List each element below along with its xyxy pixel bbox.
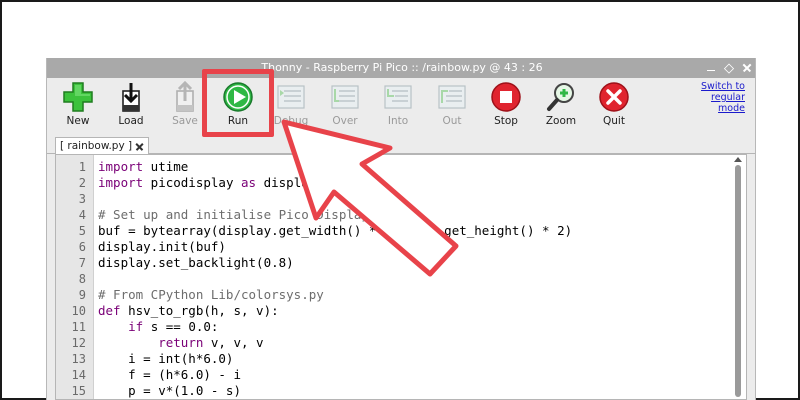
debug-icon bbox=[277, 85, 305, 109]
line-number: 3 bbox=[78, 192, 86, 206]
new-button[interactable]: New bbox=[53, 78, 103, 136]
line-number: 15 bbox=[71, 384, 86, 398]
run-highlight-box bbox=[202, 69, 274, 137]
tab-close-icon[interactable] bbox=[135, 142, 144, 151]
stop-label: Stop bbox=[494, 115, 518, 127]
code-line: # From CPython Lib/colorsys.py bbox=[98, 287, 324, 302]
quit-label: Quit bbox=[603, 115, 625, 127]
line-number: 4 bbox=[78, 208, 86, 222]
code-line: i = int(h*6.0) bbox=[98, 351, 234, 366]
new-icon bbox=[63, 82, 93, 112]
new-label: New bbox=[66, 115, 90, 127]
line-number: 5 bbox=[78, 224, 86, 238]
scroll-up-icon[interactable] bbox=[734, 157, 742, 162]
load-button[interactable]: Load bbox=[106, 78, 156, 136]
save-icon bbox=[176, 81, 194, 112]
load-icon bbox=[122, 83, 140, 112]
window-title: Thonny - Raspberry Pi Pico :: /rainbow.p… bbox=[261, 61, 543, 74]
code-line: p = v*(1.0 - s) bbox=[98, 383, 241, 398]
step-into-icon bbox=[384, 85, 412, 109]
code-line: f = (h*6.0) - i bbox=[98, 367, 241, 382]
close-icon[interactable] bbox=[741, 62, 753, 74]
stop-icon bbox=[491, 82, 521, 112]
load-label: Load bbox=[118, 115, 144, 127]
zoom-button[interactable]: Zoom bbox=[536, 78, 586, 136]
line-number: 2 bbox=[78, 176, 86, 190]
line-numbers: 1 2 3 4 5 6 7 8 9 10 11 12 13 14 15 bbox=[56, 159, 86, 399]
switch-mode-link[interactable]: Switch to regular mode bbox=[697, 81, 745, 114]
code-line: if s == 0.0: bbox=[128, 319, 219, 334]
quit-button[interactable]: Quit bbox=[589, 78, 639, 136]
line-number: 7 bbox=[78, 256, 86, 270]
stop-button[interactable]: Stop bbox=[481, 78, 531, 136]
line-number-gutter: 1 2 3 4 5 6 7 8 9 10 11 12 13 14 15 bbox=[56, 155, 94, 399]
code-line: return v, v, v bbox=[158, 335, 264, 350]
tab-rainbow-py[interactable]: [ rainbow.py ] bbox=[55, 137, 150, 154]
code-line: def hsv_to_rgb(h, s, v): bbox=[98, 303, 279, 318]
line-number: 8 bbox=[78, 272, 86, 286]
quit-icon bbox=[599, 82, 629, 112]
minimize-icon[interactable] bbox=[705, 62, 717, 74]
line-number: 13 bbox=[71, 352, 86, 366]
line-number: 6 bbox=[78, 240, 86, 254]
zoom-icon bbox=[547, 83, 574, 111]
line-number: 10 bbox=[71, 304, 86, 318]
line-number: 12 bbox=[71, 336, 86, 350]
line-number: 9 bbox=[78, 288, 86, 302]
zoom-label: Zoom bbox=[545, 115, 577, 127]
step-out-icon bbox=[438, 85, 466, 109]
pointer-arrow-icon bbox=[281, 119, 459, 277]
line-number: 14 bbox=[71, 368, 86, 382]
editor-scrollbar[interactable] bbox=[732, 157, 744, 397]
maximize-icon[interactable] bbox=[722, 61, 736, 75]
scroll-thumb[interactable] bbox=[735, 165, 741, 397]
line-number: 1 bbox=[78, 160, 86, 174]
tab-label: [ rainbow.py ] bbox=[60, 140, 133, 152]
line-number: 11 bbox=[71, 320, 86, 334]
step-over-icon bbox=[331, 85, 359, 109]
window-controls bbox=[705, 58, 753, 78]
title-bar[interactable]: Thonny - Raspberry Pi Pico :: /rainbow.p… bbox=[47, 58, 755, 78]
